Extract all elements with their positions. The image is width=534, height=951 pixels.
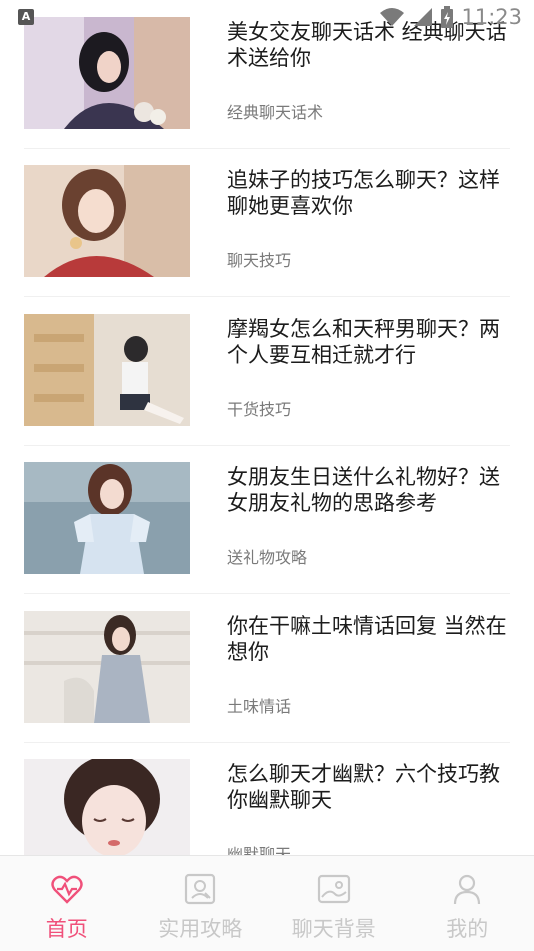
tab-label: 聊天背景 — [292, 913, 376, 943]
battery-charging-icon — [441, 6, 453, 28]
a-icon: A — [18, 9, 34, 25]
article-item[interactable]: 怎么聊天才幽默？六个技巧教你幽默聊天 幽默聊天 — [24, 742, 510, 856]
guide-icon — [183, 872, 217, 906]
status-icons: 11:23 — [379, 4, 522, 30]
tab-label: 我的 — [446, 913, 488, 943]
article-title[interactable]: 追妹子的技巧怎么聊天？这样聊她更喜欢你 — [227, 167, 507, 219]
wifi-icon — [379, 7, 405, 27]
article-title[interactable]: 怎么聊天才幽默？六个技巧教你幽默聊天 — [227, 761, 507, 813]
tab-chat-backgrounds[interactable]: 聊天背景 — [267, 856, 401, 951]
woman-closed-eyes-icon — [24, 759, 190, 856]
woman-sitting-stairs-icon — [24, 314, 190, 426]
article-category: 土味情话 — [227, 693, 291, 717]
article-category: 送礼物攻略 — [227, 544, 307, 568]
article-category: 聊天技巧 — [227, 247, 291, 271]
tab-home[interactable]: 首页 — [0, 856, 134, 951]
article-category: 经典聊天话术 — [227, 99, 323, 123]
article-item[interactable]: 你在干嘛土味情话回复 当然在想你 土味情话 — [24, 594, 510, 743]
woman-blue-dress-icon — [24, 462, 190, 574]
article-item[interactable]: 女朋友生日送什么礼物好？送女朋友礼物的思路参考 送礼物攻略 — [24, 445, 510, 594]
tab-me[interactable]: 我的 — [401, 856, 534, 951]
article-title[interactable]: 摩羯女怎么和天秤男聊天？两个人要互相迁就才行 — [227, 316, 507, 368]
tab-label: 首页 — [46, 913, 88, 943]
woman-red-sweater-icon — [24, 165, 190, 277]
image-icon — [317, 872, 351, 906]
status-time: 11:23 — [461, 5, 522, 29]
user-icon — [450, 872, 484, 906]
article-title[interactable]: 你在干嘛土味情话回复 当然在想你 — [227, 613, 507, 665]
heart-pulse-icon — [50, 872, 84, 906]
article-feed[interactable]: 美女交友聊天话术 经典聊天话术送给你 经典聊天话术 追妹子的技巧怎么聊天？这样聊… — [0, 0, 534, 856]
status-bar: A 11:23 — [0, 0, 534, 34]
tab-guides[interactable]: 实用攻略 — [134, 856, 268, 951]
article-category: 幽默聊天 — [227, 841, 291, 856]
article-item[interactable]: 追妹子的技巧怎么聊天？这样聊她更喜欢你 聊天技巧 — [24, 148, 510, 297]
article-title[interactable]: 女朋友生日送什么礼物好？送女朋友礼物的思路参考 — [227, 464, 507, 516]
tab-label: 实用攻略 — [158, 913, 242, 943]
woman-grey-dress-icon — [24, 611, 190, 723]
article-category: 干货技巧 — [227, 396, 291, 420]
bottom-tab-bar: 首页 实用攻略 聊天背景 我的 — [0, 855, 534, 951]
article-item[interactable]: 摩羯女怎么和天秤男聊天？两个人要互相迁就才行 干货技巧 — [24, 297, 510, 446]
signal-icon — [413, 7, 433, 27]
